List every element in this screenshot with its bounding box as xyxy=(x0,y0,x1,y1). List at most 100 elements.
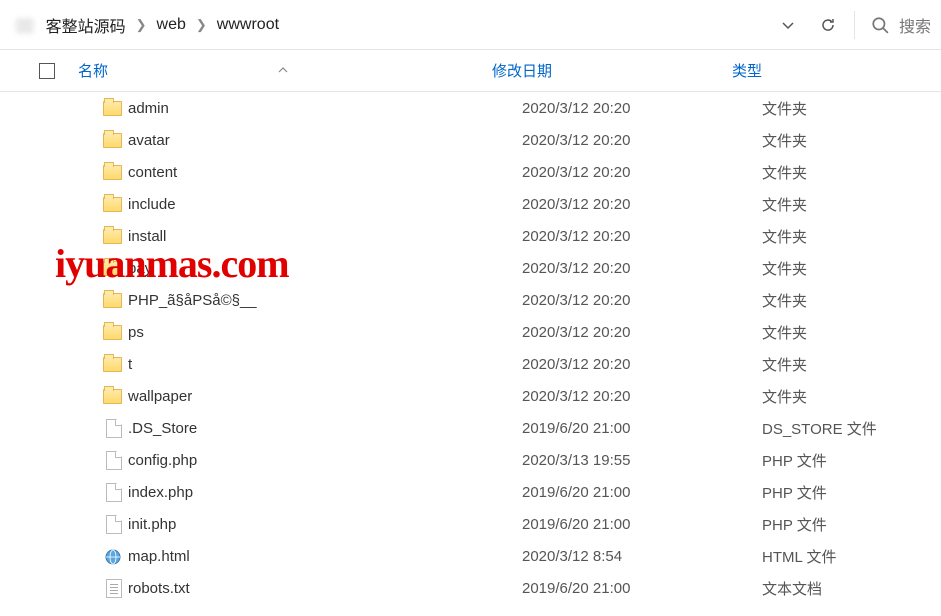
file-name: init.php xyxy=(128,516,522,533)
checkbox-icon xyxy=(39,63,55,79)
file-row[interactable]: PHP_ã§åPSå©§__2020/3/12 20:20文件夹 xyxy=(0,284,941,316)
toolbar-divider xyxy=(854,11,855,39)
toolbar: ▯▯ 客整站源码 ❯ web ❯ wwwroot 搜索 xyxy=(0,0,941,50)
file-date: 2019/6/20 21:00 xyxy=(522,580,762,597)
file-type: 文本文档 xyxy=(762,578,941,599)
file-date: 2020/3/13 19:55 xyxy=(522,452,762,469)
folder-icon xyxy=(103,325,122,340)
file-row[interactable]: admin2020/3/12 20:20文件夹 xyxy=(0,92,941,124)
row-icon xyxy=(64,101,128,116)
file-name: robots.txt xyxy=(128,580,522,597)
row-icon xyxy=(64,547,128,566)
file-date: 2020/3/12 20:20 xyxy=(522,260,762,277)
breadcrumb-part-0[interactable]: 客整站源码 xyxy=(40,13,132,37)
file-row[interactable]: init.php2019/6/20 21:00PHP 文件 xyxy=(0,508,941,540)
history-dropdown-button[interactable] xyxy=(768,7,808,43)
file-name: include xyxy=(128,196,522,213)
file-icon xyxy=(106,483,122,502)
html-file-icon xyxy=(104,547,122,566)
row-icon xyxy=(64,483,128,502)
file-row[interactable]: ps2020/3/12 20:20文件夹 xyxy=(0,316,941,348)
chevron-up-icon xyxy=(278,65,288,75)
file-row[interactable]: robots.txt2019/6/20 21:00文本文档 xyxy=(0,572,941,604)
file-type: 文件夹 xyxy=(762,98,941,119)
row-icon xyxy=(64,325,128,340)
folder-icon xyxy=(103,197,122,212)
file-name: index.php xyxy=(128,484,522,501)
file-icon xyxy=(106,419,122,438)
file-type: 文件夹 xyxy=(762,162,941,183)
row-icon xyxy=(64,515,128,534)
file-row[interactable]: wallpaper2020/3/12 20:20文件夹 xyxy=(0,380,941,412)
file-date: 2020/3/12 20:20 xyxy=(522,356,762,373)
file-type: PHP 文件 xyxy=(762,514,941,535)
file-row[interactable]: t2020/3/12 20:20文件夹 xyxy=(0,348,941,380)
file-date: 2019/6/20 21:00 xyxy=(522,420,762,437)
file-type: PHP 文件 xyxy=(762,482,941,503)
chevron-right-icon: ❯ xyxy=(132,17,151,33)
file-name: avatar xyxy=(128,132,522,149)
file-type: 文件夹 xyxy=(762,130,941,151)
file-type: 文件夹 xyxy=(762,386,941,407)
file-row[interactable]: install2020/3/12 20:20文件夹 xyxy=(0,220,941,252)
row-icon xyxy=(64,261,128,276)
file-name: PHP_ã§åPSå©§__ xyxy=(128,292,522,309)
folder-icon xyxy=(103,165,122,180)
file-name: t xyxy=(128,356,522,373)
column-header-date[interactable]: 修改日期 xyxy=(492,60,732,81)
file-date: 2020/3/12 20:20 xyxy=(522,292,762,309)
breadcrumb[interactable]: ▯▯ 客整站源码 ❯ web ❯ wwwroot xyxy=(10,13,768,37)
row-icon xyxy=(64,357,128,372)
folder-icon xyxy=(103,261,122,276)
sort-indicator xyxy=(278,64,288,78)
file-name: content xyxy=(128,164,522,181)
file-type: 文件夹 xyxy=(762,258,941,279)
refresh-button[interactable] xyxy=(808,7,848,43)
column-date-label: 修改日期 xyxy=(492,63,552,80)
column-type-label: 类型 xyxy=(732,63,762,80)
file-date: 2020/3/12 20:20 xyxy=(522,228,762,245)
file-row[interactable]: pay2020/3/12 20:20文件夹 xyxy=(0,252,941,284)
text-file-icon xyxy=(106,579,122,598)
select-all-checkbox[interactable] xyxy=(30,63,64,79)
file-icon xyxy=(106,515,122,534)
search-box[interactable]: 搜索 xyxy=(861,13,931,37)
file-date: 2020/3/12 20:20 xyxy=(522,164,762,181)
file-name: map.html xyxy=(128,548,522,565)
file-date: 2020/3/12 20:20 xyxy=(522,100,762,117)
file-date: 2020/3/12 20:20 xyxy=(522,196,762,213)
file-name: config.php xyxy=(128,452,522,469)
file-date: 2020/3/12 20:20 xyxy=(522,324,762,341)
row-icon xyxy=(64,293,128,308)
folder-icon xyxy=(103,293,122,308)
row-icon xyxy=(64,451,128,470)
file-name: wallpaper xyxy=(128,388,522,405)
column-header-row: 名称 修改日期 类型 xyxy=(0,50,941,92)
file-date: 2020/3/12 8:54 xyxy=(522,548,762,565)
file-row[interactable]: avatar2020/3/12 20:20文件夹 xyxy=(0,124,941,156)
refresh-icon xyxy=(820,17,836,33)
row-icon xyxy=(64,133,128,148)
column-header-name[interactable]: 名称 xyxy=(64,60,492,81)
column-name-label: 名称 xyxy=(78,60,108,81)
file-row[interactable]: map.html2020/3/12 8:54HTML 文件 xyxy=(0,540,941,572)
column-header-type[interactable]: 类型 xyxy=(732,60,941,81)
chevron-right-icon: ❯ xyxy=(192,17,211,33)
row-icon xyxy=(64,389,128,404)
file-list: admin2020/3/12 20:20文件夹avatar2020/3/12 2… xyxy=(0,92,941,604)
file-type: 文件夹 xyxy=(762,290,941,311)
file-row[interactable]: config.php2020/3/13 19:55PHP 文件 xyxy=(0,444,941,476)
row-icon xyxy=(64,197,128,212)
file-row[interactable]: content2020/3/12 20:20文件夹 xyxy=(0,156,941,188)
file-row[interactable]: .DS_Store2019/6/20 21:00DS_STORE 文件 xyxy=(0,412,941,444)
file-row[interactable]: index.php2019/6/20 21:00PHP 文件 xyxy=(0,476,941,508)
file-type: 文件夹 xyxy=(762,226,941,247)
file-row[interactable]: include2020/3/12 20:20文件夹 xyxy=(0,188,941,220)
breadcrumb-part-1[interactable]: web xyxy=(151,16,192,34)
breadcrumb-part-2[interactable]: wwwroot xyxy=(211,16,285,34)
file-name: .DS_Store xyxy=(128,420,522,437)
file-type: HTML 文件 xyxy=(762,546,941,567)
folder-icon xyxy=(103,229,122,244)
folder-icon xyxy=(103,389,122,404)
file-name: pay xyxy=(128,260,522,277)
